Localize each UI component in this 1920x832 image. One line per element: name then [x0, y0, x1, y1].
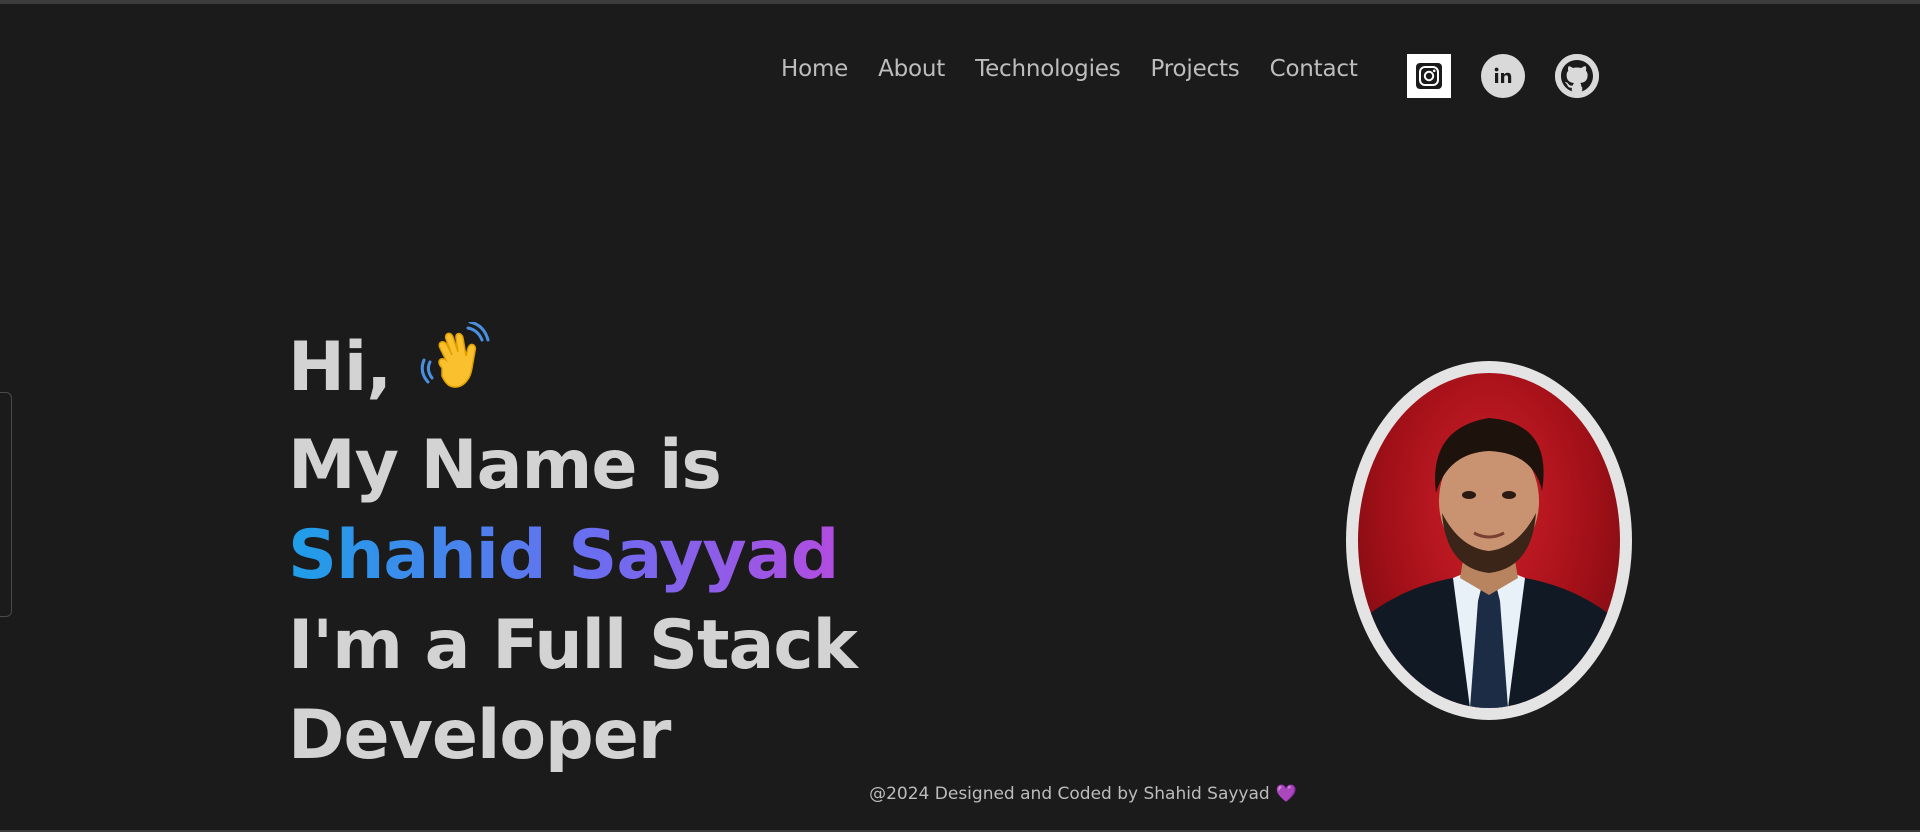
- github-link[interactable]: [1555, 54, 1599, 98]
- instagram-link[interactable]: [1407, 54, 1451, 98]
- main-nav: Home About Technologies Projects Contact: [781, 56, 1358, 82]
- profile-photo-frame: [1346, 361, 1632, 720]
- profile-photo: [1358, 373, 1620, 708]
- heart-icon: 💜: [1275, 784, 1297, 804]
- hero-line-5: Developer: [288, 696, 671, 775]
- footer: @2024 Designed and Coded by Shahid Sayya…: [0, 784, 1920, 804]
- hero-name: Shahid Sayyad: [288, 516, 839, 595]
- top-border: [0, 0, 1920, 4]
- linkedin-icon: [1494, 67, 1512, 83]
- footer-text: @2024 Designed and Coded by Shahid Sayya…: [869, 784, 1270, 804]
- hero-greeting: Hi,: [288, 328, 392, 408]
- social-links: [1407, 54, 1599, 98]
- linkedin-link[interactable]: [1481, 54, 1525, 98]
- nav-contact[interactable]: Contact: [1270, 56, 1358, 82]
- hero-name-line: Shahid Sayyad: [288, 511, 857, 601]
- hero-greeting-line: Hi,: [288, 320, 857, 421]
- nav-home[interactable]: Home: [781, 56, 848, 82]
- hero-heading: Hi, My Name is Shahid Sayyad I'm a Full …: [288, 320, 858, 781]
- hero-line-2: My Name is: [288, 426, 722, 505]
- nav-technologies[interactable]: Technologies: [975, 56, 1121, 82]
- github-icon: [1555, 54, 1599, 98]
- hero-line-4: I'm a Full Stack: [288, 606, 858, 685]
- instagram-icon: [1416, 63, 1442, 89]
- nav-projects[interactable]: Projects: [1151, 56, 1240, 82]
- waving-hand-icon: [420, 320, 496, 421]
- side-drawer-handle[interactable]: [0, 392, 12, 617]
- nav-about[interactable]: About: [878, 56, 945, 82]
